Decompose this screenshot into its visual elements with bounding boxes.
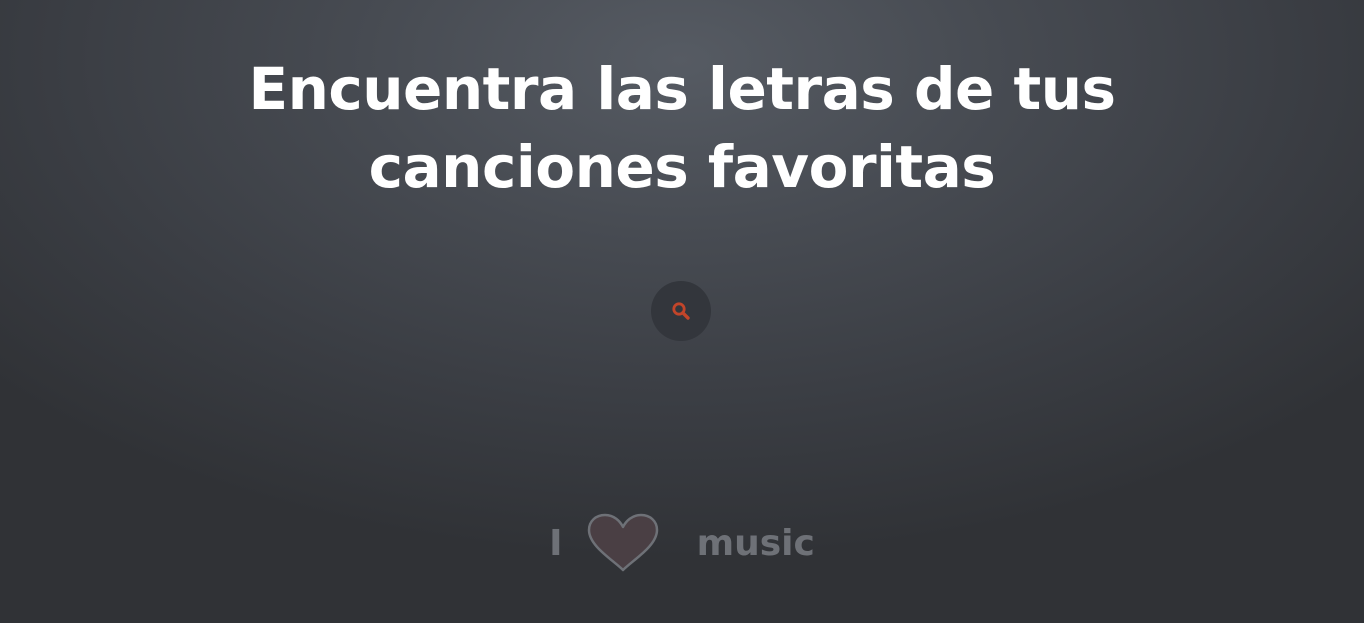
brand-prefix: I: [549, 522, 563, 564]
page-title: Encuentra las letras de tus canciones fa…: [248, 55, 1116, 201]
search-icon: [672, 302, 690, 320]
search-button[interactable]: [651, 281, 711, 341]
heart-icon: [587, 513, 658, 572]
brand-logo: I music: [0, 512, 1364, 574]
brand-suffix: music: [696, 522, 815, 564]
